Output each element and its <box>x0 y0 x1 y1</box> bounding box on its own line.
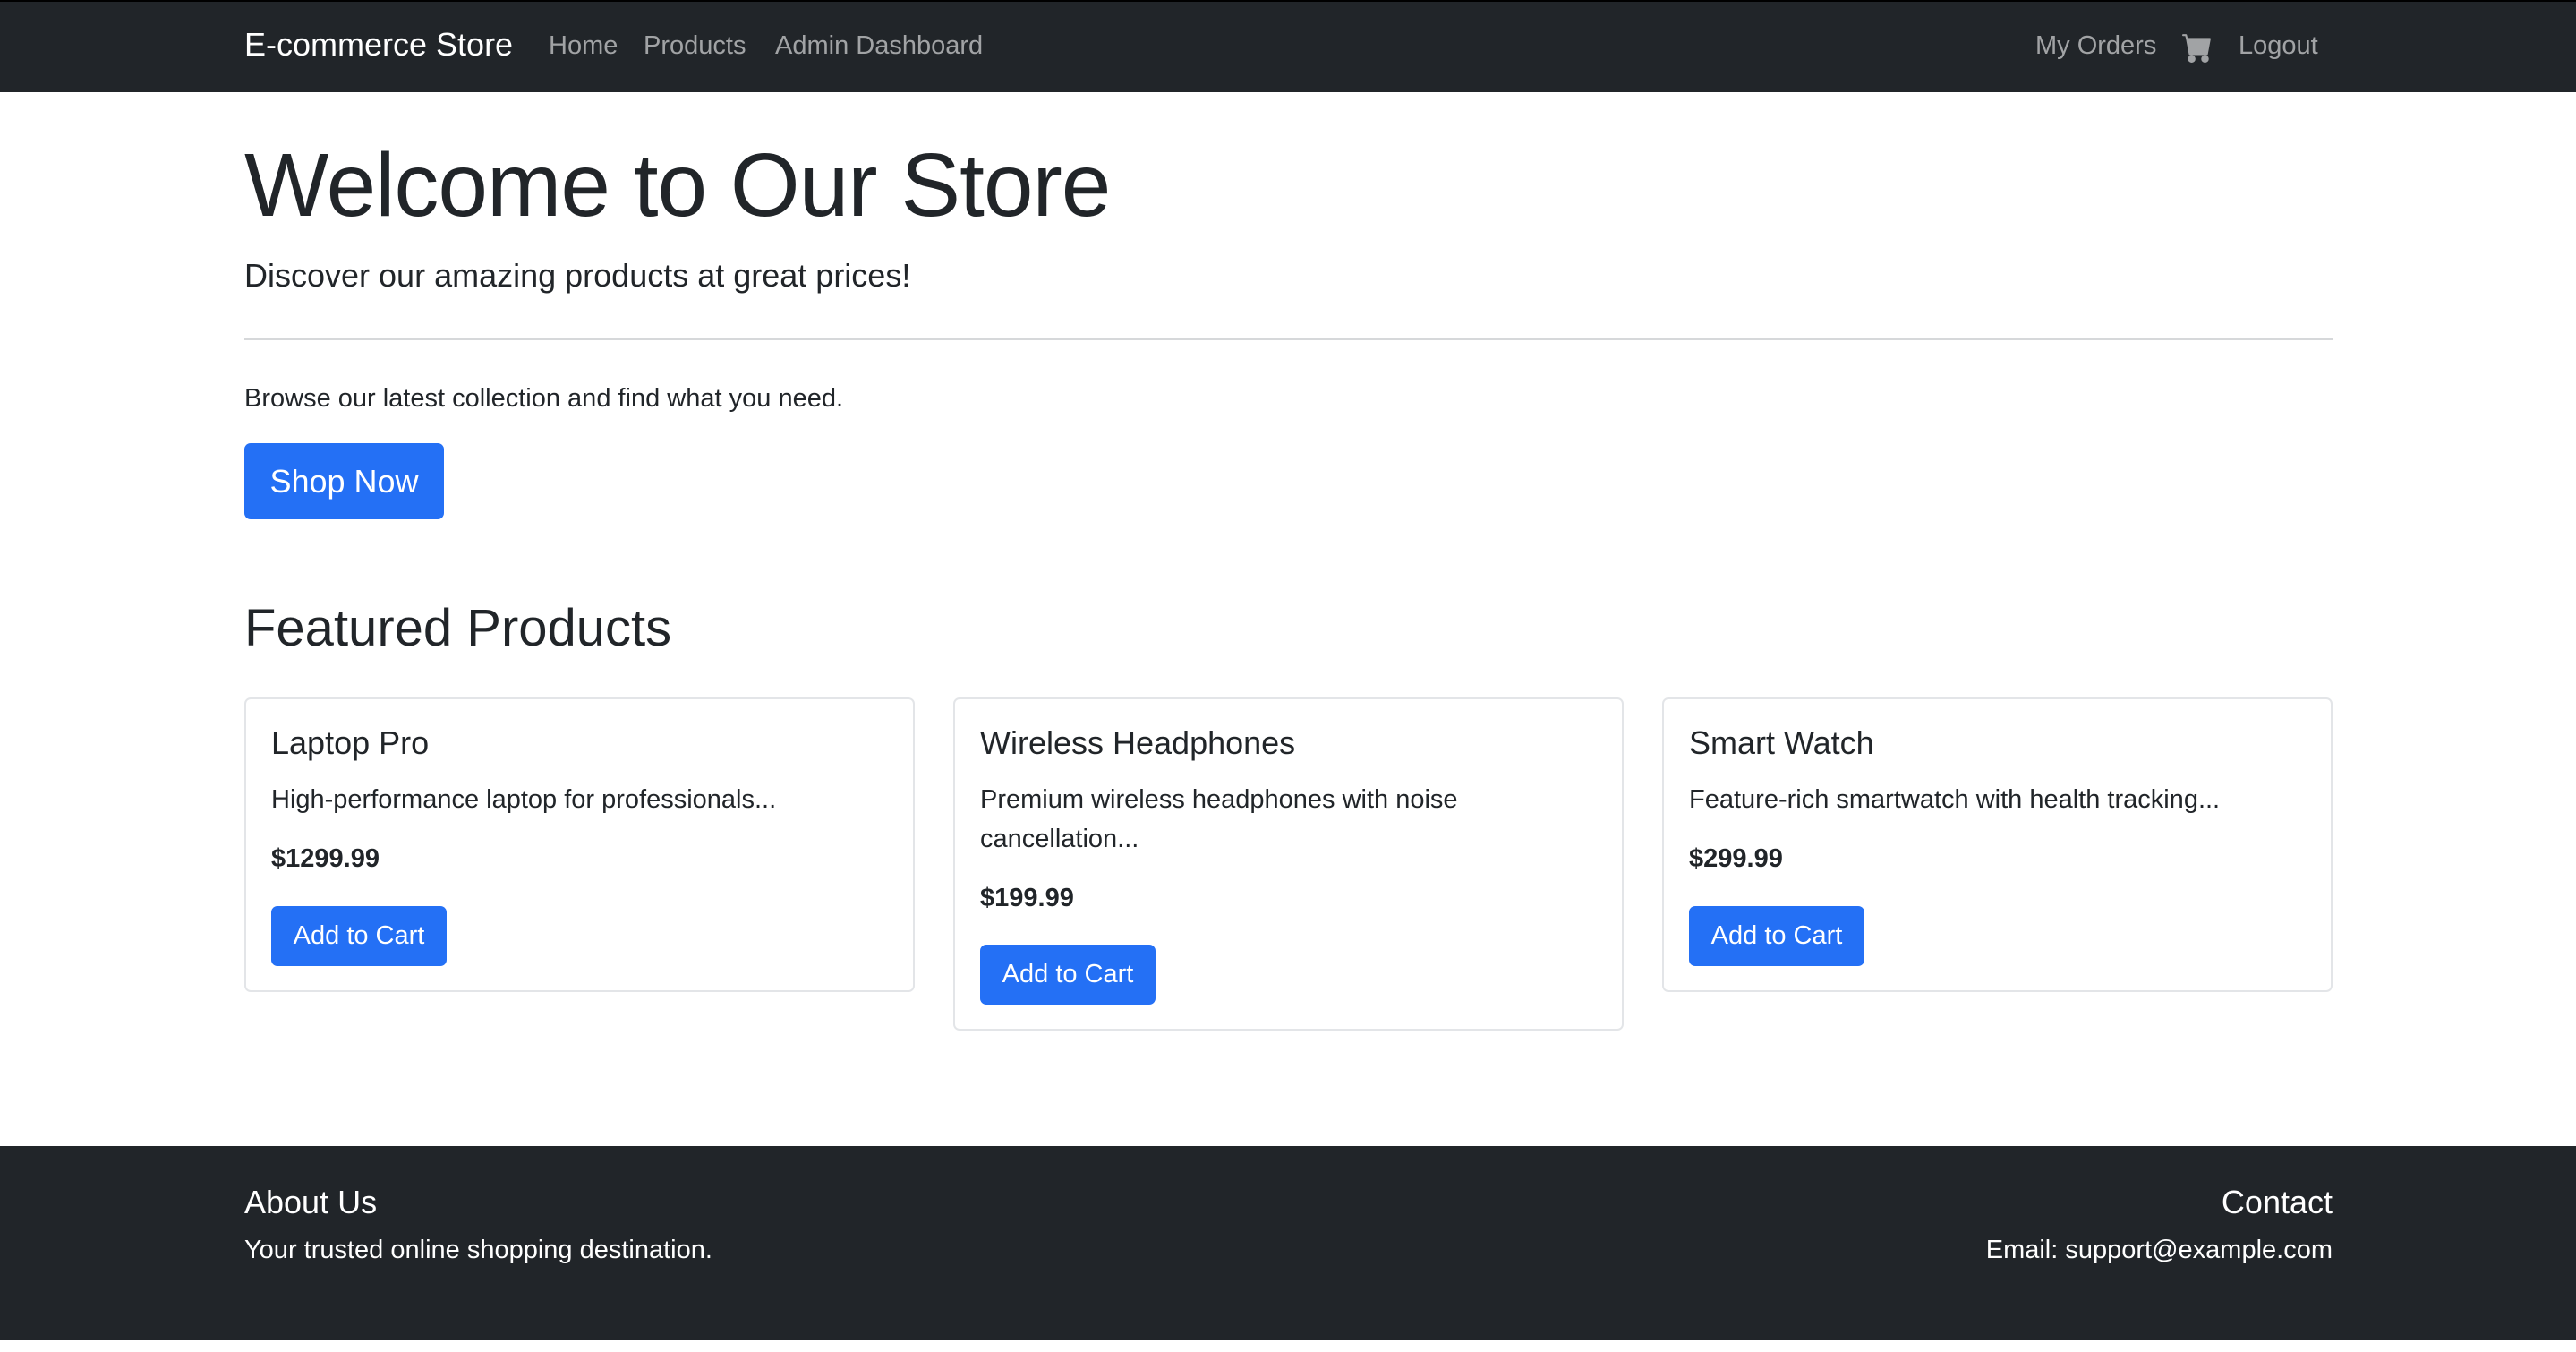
hero-body-text: Browse our latest collection and find wh… <box>244 384 844 413</box>
product-name: Laptop Pro <box>271 724 430 761</box>
product-card: Smart Watch Feature-rich smartwatch with… <box>1662 697 2333 992</box>
featured-products-heading: Featured Products <box>244 599 672 657</box>
product-description: Feature-rich smartwatch with health trac… <box>1689 785 2221 814</box>
top-navbar: E-commerce Store Home Products Admin Das… <box>0 0 2576 92</box>
product-price: $1299.99 <box>271 844 380 873</box>
contact-heading: Contact <box>2221 1184 2333 1220</box>
nav-link-admin-dashboard[interactable]: Admin Dashboard <box>775 31 983 61</box>
product-card: Laptop Pro High-performance laptop for p… <box>244 697 915 992</box>
hero-divider <box>244 338 2333 340</box>
add-to-cart-button[interactable]: Add to Cart <box>271 906 447 966</box>
contact-email-text: Email: support@example.com <box>1985 1236 2333 1264</box>
nav-link-logout[interactable]: Logout <box>2239 31 2318 61</box>
add-to-cart-button[interactable]: Add to Cart <box>1689 906 1864 966</box>
hero-lead-text: Discover our amazing products at great p… <box>244 257 911 294</box>
product-name: Wireless Headphones <box>980 724 1296 761</box>
product-description: Premium wireless headphones with noise c… <box>980 785 1458 853</box>
product-price: $199.99 <box>980 884 1074 912</box>
about-us-heading: About Us <box>244 1184 378 1220</box>
nav-link-my-orders[interactable]: My Orders <box>2035 31 2156 61</box>
bottom-strip <box>0 1340 2576 1352</box>
nav-link-home[interactable]: Home <box>549 31 618 61</box>
about-us-text: Your trusted online shopping destination… <box>244 1236 712 1264</box>
shopping-cart-icon[interactable] <box>2182 32 2213 63</box>
product-description: High-performance laptop for professional… <box>271 785 777 814</box>
page-footer: About Us Your trusted online shopping de… <box>0 1146 2576 1340</box>
product-name: Smart Watch <box>1689 724 1874 761</box>
add-to-cart-button[interactable]: Add to Cart <box>980 945 1156 1005</box>
product-card: Wireless Headphones Premium wireless hea… <box>953 697 1624 1031</box>
product-price: $299.99 <box>1689 844 1783 873</box>
page-title: Welcome to Our Store <box>244 135 1111 235</box>
brand-link[interactable]: E-commerce Store <box>244 26 513 64</box>
nav-link-products[interactable]: Products <box>644 31 746 61</box>
shop-now-button[interactable]: Shop Now <box>244 443 444 519</box>
